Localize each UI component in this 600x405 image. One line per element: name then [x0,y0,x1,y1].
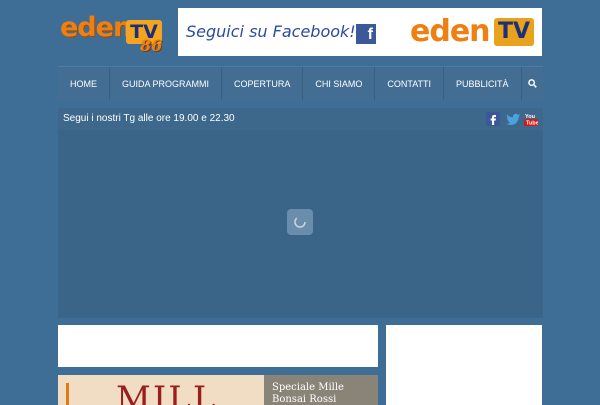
banner-cta: Seguici su Facebook!! [186,22,363,41]
player-top-bar: Segui i nostri Tg alle ore 19.00 e 22.30… [58,108,543,130]
nav-item-pubblicita[interactable]: PUBBLICITÀ [444,67,522,100]
facebook-icon[interactable] [486,112,500,126]
tg-schedule-notice: Segui i nostri Tg alle ore 19.00 e 22.30 [63,113,235,124]
youtube-icon[interactable]: You Tube [524,112,539,127]
nav-item-home[interactable]: HOME [58,67,110,100]
nav-item-guida-programmi[interactable]: GUIDA PROGRAMMI [110,67,223,100]
svg-text:Tube: Tube [526,121,538,127]
search-icon[interactable] [522,67,543,100]
article-caption[interactable]: Speciale Mille Bonsai Rossi [264,375,378,405]
edentv86-logo[interactable]: eden TV 86 [60,10,172,55]
thumb-strip [66,383,69,405]
article-thumbnail[interactable]: MILL [58,375,264,405]
banner-brand-tv: TV [494,18,534,46]
twitter-icon[interactable] [506,112,520,126]
logo-number: 86 [140,36,163,55]
facebook-icon: f [356,24,376,44]
sidebar-box [386,325,542,405]
facebook-banner[interactable]: Seguici su Facebook!! f eden TV [178,8,542,56]
main-nav: HOME GUIDA PROGRAMMI COPERTURA CHI SIAMO… [58,66,543,100]
featured-article[interactable]: MILL Speciale Mille Bonsai Rossi [58,375,378,405]
content-box-left [58,325,378,367]
logo-word: eden [60,12,132,43]
nav-item-contatti[interactable]: CONTATTI [375,67,445,100]
banner-brand-word: eden [410,14,491,49]
video-player[interactable]: Segui i nostri Tg alle ore 19.00 e 22.30… [58,108,543,318]
thumb-headline: MILL [116,379,218,405]
nav-item-copertura[interactable]: COPERTURA [222,67,304,100]
article-title: Speciale Mille Bonsai Rossi [272,382,344,405]
nav-item-chi-siamo[interactable]: CHI SIAMO [303,67,376,100]
loading-spinner-icon [287,209,313,235]
